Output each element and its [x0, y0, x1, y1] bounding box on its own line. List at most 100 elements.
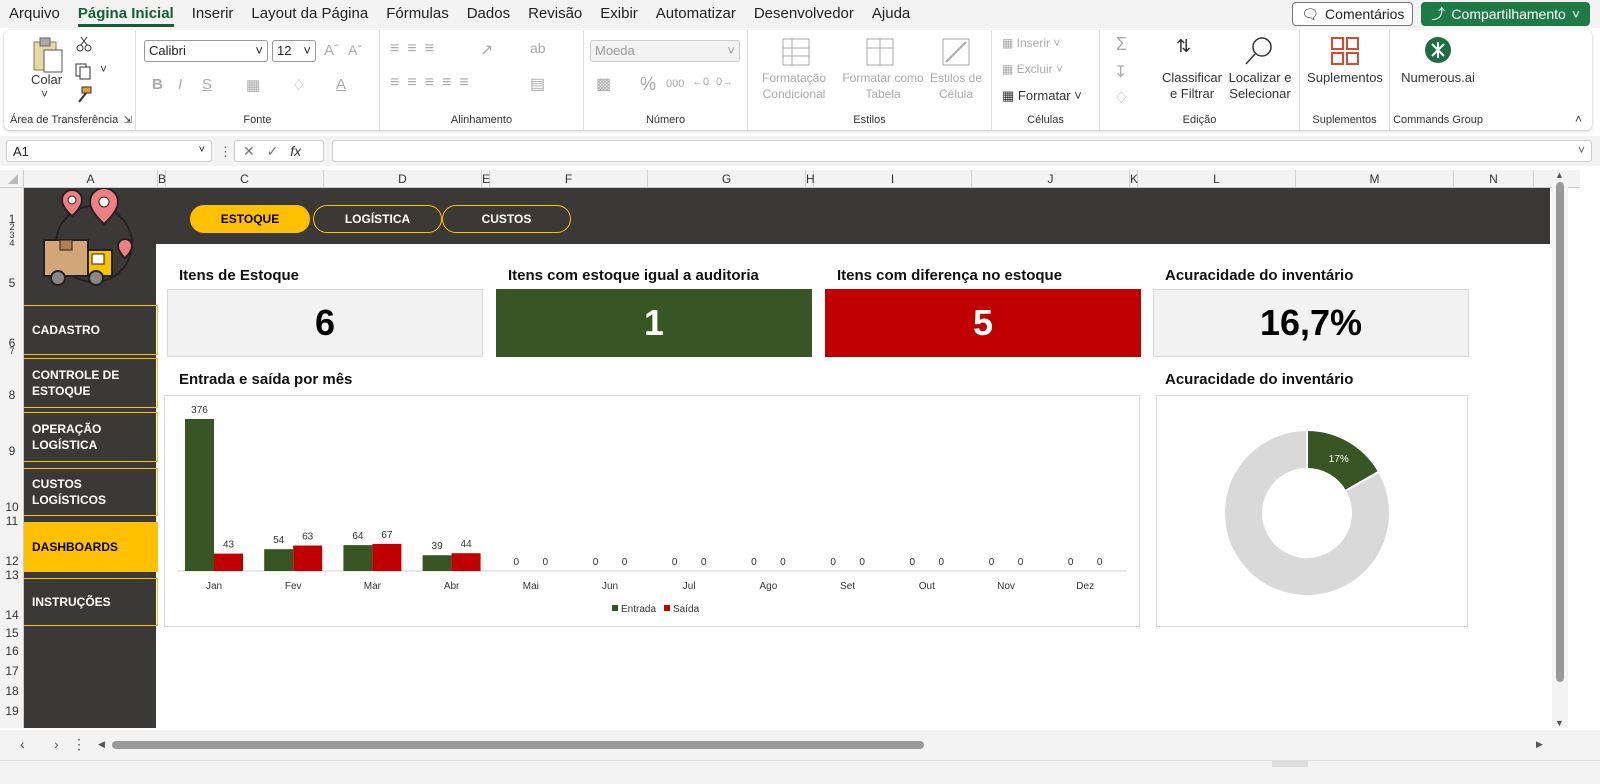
format-cells-button[interactable]: ▦ Formatar ˅: [1002, 88, 1082, 104]
comments-button[interactable]: 🗨 Comentários: [1292, 2, 1414, 26]
addins-icon[interactable]: [1330, 36, 1360, 66]
wrap-text-icon[interactable]: ab: [530, 40, 546, 56]
sidebar-item-5[interactable]: INSTRUÇÕES: [24, 578, 158, 626]
menu-tab-0[interactable]: Arquivo: [0, 0, 69, 28]
decrease-decimal-icon[interactable]: 0→: [716, 76, 733, 88]
bar-saída-jan[interactable]: [214, 553, 243, 571]
sort-filter-icon[interactable]: ⇅: [1176, 36, 1191, 57]
row-header[interactable]: 10: [0, 500, 24, 514]
row-header[interactable]: 8: [0, 388, 24, 402]
more-options-icon[interactable]: ⋮: [219, 144, 232, 160]
expand-formula-icon[interactable]: ˅: [1578, 143, 1585, 157]
row-header[interactable]: 13: [0, 568, 24, 582]
font-color-icon[interactable]: A: [336, 76, 346, 93]
menu-tab-9[interactable]: Desenvolvedor: [745, 0, 863, 28]
column-header[interactable]: F: [490, 170, 648, 188]
chevron-down-icon[interactable]: ˅: [100, 62, 107, 76]
copy-icon[interactable]: [74, 62, 92, 80]
formula-input[interactable]: ˅: [332, 140, 1592, 162]
horizontal-scroll-thumb[interactable]: [112, 741, 924, 749]
chevron-down-icon[interactable]: ˅: [41, 87, 48, 101]
orientation-icon[interactable]: ↗: [480, 40, 493, 60]
increase-decimal-icon[interactable]: ←0: [692, 76, 709, 88]
cell-styles-label[interactable]: Estilos de Célula: [926, 70, 986, 102]
row-header[interactable]: 16: [0, 644, 24, 658]
row-header[interactable]: 5: [0, 276, 24, 290]
column-header[interactable]: D: [324, 170, 482, 188]
bar-saída-mar[interactable]: [372, 543, 402, 571]
increase-font-icon[interactable]: Aˆ: [324, 42, 339, 59]
cut-icon[interactable]: [76, 36, 92, 52]
column-header[interactable]: L: [1138, 170, 1296, 188]
vertical-scroll-thumb[interactable]: [1556, 182, 1564, 682]
underline-icon[interactable]: S: [202, 76, 212, 93]
row-header[interactable]: 11: [0, 514, 24, 528]
find-select-label[interactable]: Localizar e Selecionar: [1224, 70, 1296, 102]
row-header[interactable]: 14: [0, 608, 24, 622]
confirm-icon[interactable]: ✓: [267, 143, 279, 159]
column-header[interactable]: J: [972, 170, 1130, 188]
normal-view-icon[interactable]: [1272, 761, 1308, 767]
column-header[interactable]: I: [814, 170, 972, 188]
merge-icon[interactable]: ▤: [530, 74, 545, 94]
more-sheets-icon[interactable]: ⋮: [72, 736, 86, 753]
font-size-select[interactable]: 12 ˅: [272, 40, 316, 62]
conditional-format-label[interactable]: Formatação Condicional: [754, 70, 834, 102]
bar-saída-fev[interactable]: [293, 545, 323, 571]
number-format-select[interactable]: Moeda ˅: [590, 40, 740, 62]
thousands-icon[interactable]: 000: [666, 78, 684, 90]
share-button[interactable]: ⤴ Compartilhamento ˅: [1421, 2, 1590, 26]
next-sheet-icon[interactable]: ›: [54, 736, 59, 752]
row-header[interactable]: 12: [0, 554, 24, 568]
column-header[interactable]: K: [1130, 170, 1138, 188]
borders-icon[interactable]: ▦: [246, 76, 260, 94]
sidebar-item-1[interactable]: CONTROLE DE ESTOQUE: [24, 358, 158, 408]
name-box[interactable]: A1 ˅: [6, 140, 212, 162]
search-icon[interactable]: [1244, 36, 1274, 66]
italic-icon[interactable]: I: [178, 76, 182, 93]
numerous-button[interactable]: Numerous.ai: [1390, 70, 1486, 85]
donut-chart[interactable]: 17%: [1156, 395, 1468, 627]
bar-entrada-abr[interactable]: [422, 555, 452, 571]
font-name-select[interactable]: Calibri ˅: [144, 40, 268, 62]
column-header[interactable]: N: [1454, 170, 1534, 188]
column-header[interactable]: G: [648, 170, 806, 188]
decrease-font-icon[interactable]: Aˇ: [348, 42, 362, 58]
row-header[interactable]: 17: [0, 664, 24, 678]
menu-tab-7[interactable]: Exibir: [591, 0, 647, 28]
bar-entrada-jan[interactable]: [185, 419, 214, 571]
column-header[interactable]: H: [806, 170, 815, 188]
horizontal-align-icons[interactable]: ≡≡≡≡≡: [390, 74, 477, 92]
bar-entrada-mar[interactable]: [343, 545, 373, 571]
column-header[interactable]: B: [158, 170, 166, 188]
menu-tab-1[interactable]: Página Inicial: [69, 0, 183, 28]
menu-tab-8[interactable]: Automatizar: [647, 0, 745, 28]
insert-cells-button[interactable]: ▦ Inserir ˅: [1002, 36, 1060, 50]
dialog-launcher-icon[interactable]: ⇲: [124, 115, 132, 126]
delete-cells-button[interactable]: ▦ Excluir ˅: [1002, 62, 1063, 76]
sidebar-item-2[interactable]: OPERAÇÃO LOGÍSTICA: [24, 412, 158, 462]
row-header[interactable]: 4: [0, 236, 24, 250]
scroll-left-icon[interactable]: ◀: [98, 739, 105, 750]
row-header[interactable]: 7: [0, 344, 24, 358]
column-header[interactable]: A: [24, 170, 158, 188]
paste-icon[interactable]: [30, 36, 64, 74]
paste-label[interactable]: Colar: [31, 72, 62, 87]
sort-filter-label[interactable]: Classificar e Filtrar: [1162, 70, 1222, 102]
scroll-right-icon[interactable]: ▶: [1536, 739, 1543, 750]
insert-function-button[interactable]: fx: [290, 143, 301, 159]
autosum-icon[interactable]: Σ: [1116, 34, 1127, 55]
format-painter-icon[interactable]: [74, 86, 92, 104]
tab-estoque[interactable]: ESTOQUE: [190, 205, 310, 233]
menu-tab-3[interactable]: Layout da Página: [242, 0, 377, 28]
scroll-up-icon[interactable]: ▲: [1555, 170, 1564, 180]
row-header[interactable]: 19: [0, 704, 24, 718]
row-header[interactable]: 9: [0, 444, 24, 458]
select-all-corner[interactable]: [0, 170, 24, 188]
conditional-format-icon[interactable]: [782, 38, 810, 66]
format-table-icon[interactable]: [866, 38, 894, 66]
bold-icon[interactable]: B: [152, 76, 163, 93]
currency-icon[interactable]: ▩: [596, 74, 611, 94]
row-header[interactable]: 18: [0, 684, 24, 698]
percent-icon[interactable]: %: [640, 74, 656, 95]
